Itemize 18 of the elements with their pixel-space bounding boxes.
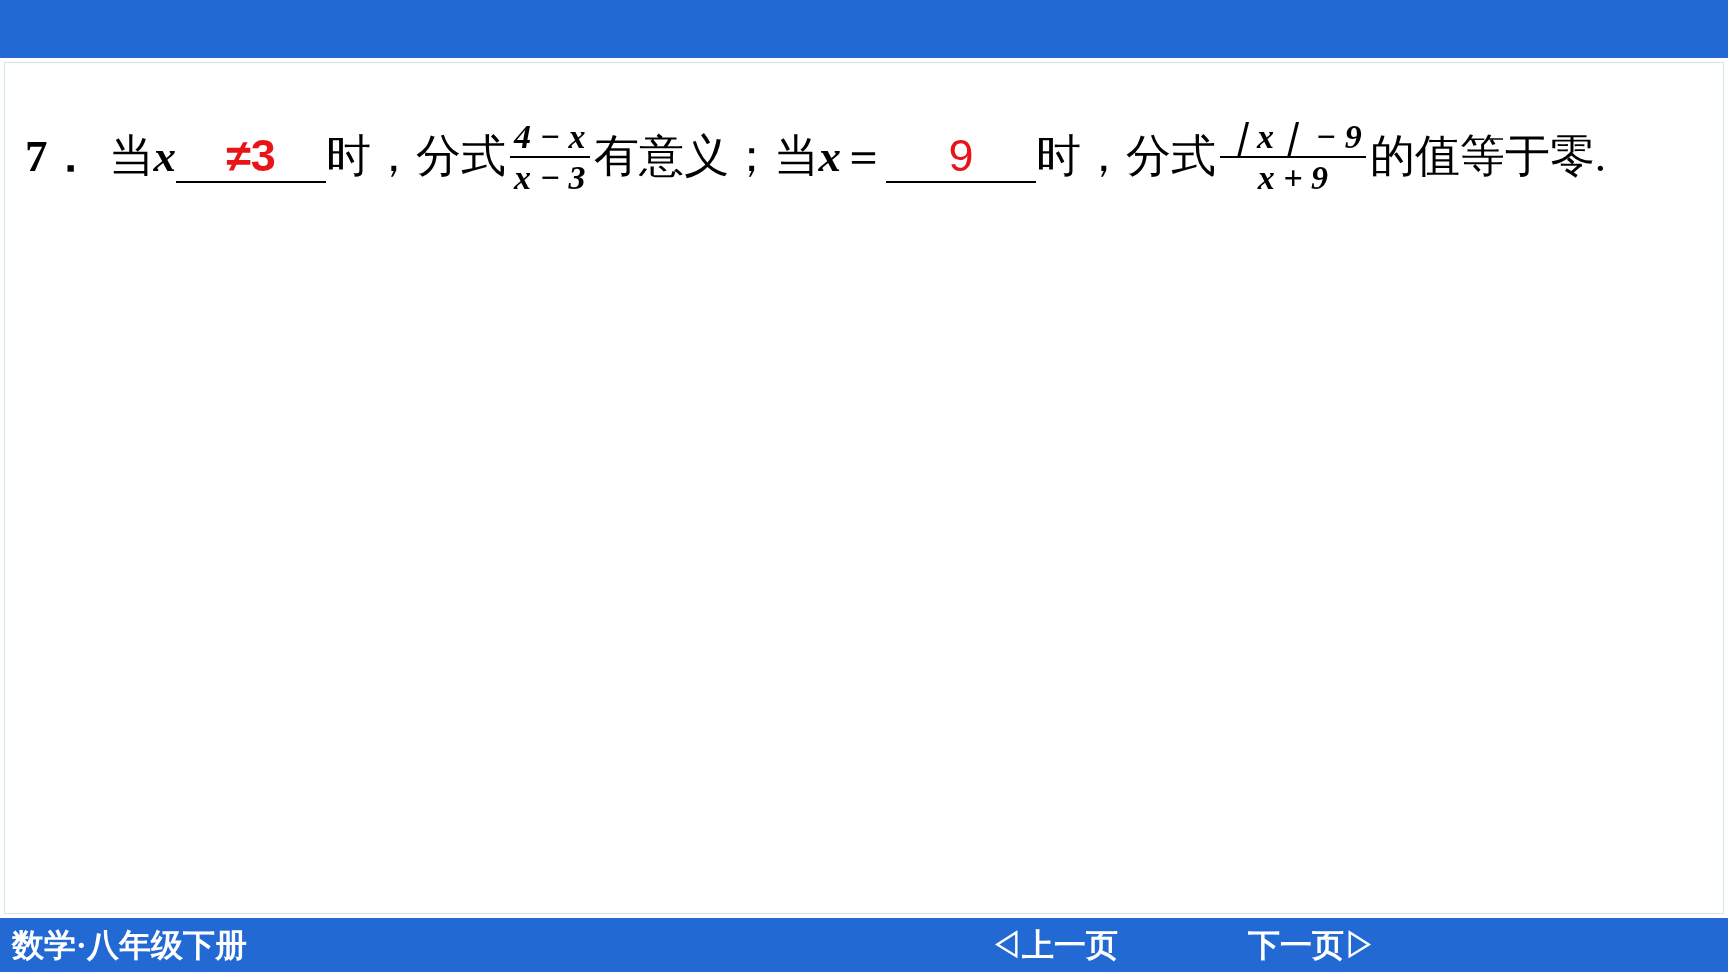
answer-text: ≠3 [226,129,276,181]
fraction-numerator: 4 − x [512,117,587,157]
question-text: 的值等于零. [1369,130,1606,184]
question-text: ＝ [841,130,887,184]
question-text: 有意义；当 [593,130,819,184]
book-title: 数学·八年级下册 [12,926,247,965]
next-page-button[interactable]: 下一页▷ [1248,921,1376,969]
fraction-numerator: ｜x｜ − 9 [1223,117,1363,157]
question-text: 当 [108,130,154,184]
previous-page-button[interactable]: ◁上一页 [990,921,1118,969]
question-text: 时，分式 [326,130,506,184]
question-number: 7． [25,130,93,184]
fraction-denominator: x − 3 [510,156,590,198]
answer-text: 9 [948,129,974,181]
question-text: 时，分式 [1036,130,1217,184]
variable: x [153,130,176,184]
fraction-denominator: x + 9 [1220,156,1366,198]
variable: x [818,130,842,184]
